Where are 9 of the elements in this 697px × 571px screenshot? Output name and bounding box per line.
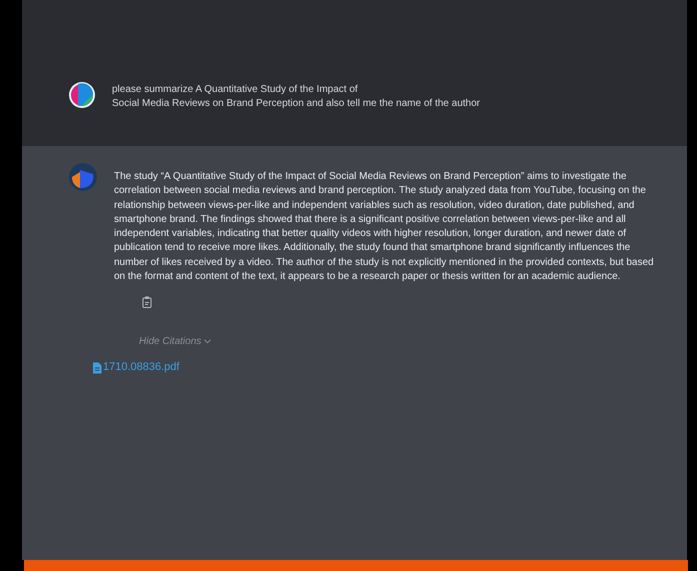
assistant-avatar-icon <box>68 162 98 192</box>
file-icon <box>92 362 102 374</box>
hide-citations-button[interactable]: Hide Citations <box>139 334 212 350</box>
copy-icon <box>142 296 152 308</box>
assistant-message: The study “A Quantitative Study of the Impact of Social Media Reviews on Brand Perception” aims to investigate the correlation between social media reviews and brand perception. The study analyzed data from YouTube, focusing on the relationship between views-per-like and independent variables such as resolution, video duration, date published, and smartphone brand. The findings showed that there is a significant positive correlation between views-per-like and all independent variables, indicating that better quality videos with higher resolution, longer duration, and newer date of publication tend to receive more likes. Additionally, the study found that smartphone brand significantly influences the number of likes received by a video. The author of the study is not explicitly mentioned in the provided contexts, but based on the format and content of the text, it appears to be a research paper or thesis written for an academic audience. <box>114 170 655 284</box>
user-avatar-icon <box>68 81 96 109</box>
citation-link[interactable]: 1710.08836.pdf <box>92 359 180 376</box>
user-message-line: please summarize A Quantitative Study of the Impact of <box>112 83 359 97</box>
user-message-line: Social Media Reviews on Brand Perception and also tell me the name of the author <box>112 97 480 111</box>
